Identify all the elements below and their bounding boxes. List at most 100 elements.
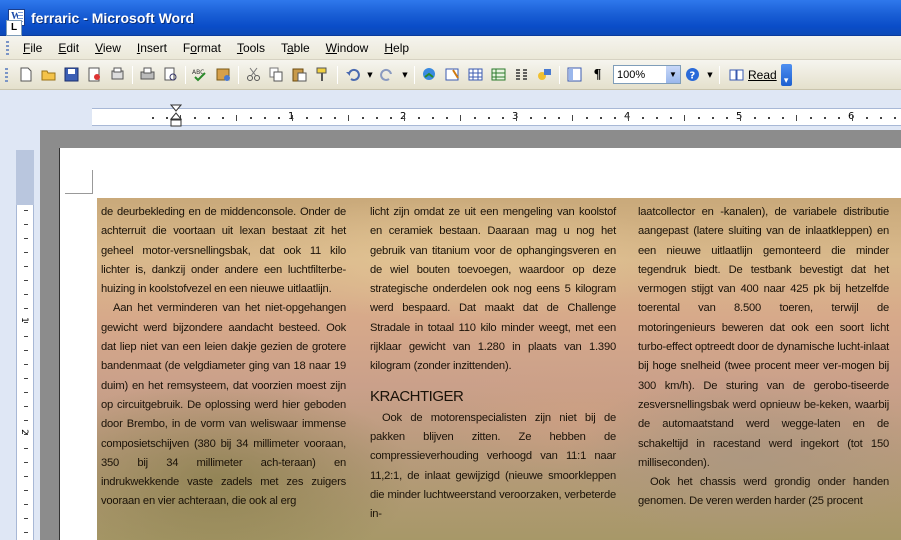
ruler-dot (754, 117, 756, 119)
ruler-dot (152, 117, 154, 119)
vruler-tick (24, 252, 28, 253)
vertical-ruler[interactable]: 1 2 (16, 150, 34, 540)
toolbar-separator (238, 65, 239, 84)
ruler-dot (768, 117, 770, 119)
insert-excel-icon[interactable] (488, 64, 509, 86)
ruler-dot (278, 117, 280, 119)
toolbar-separator (337, 65, 338, 84)
vruler-tick (24, 364, 28, 365)
vruler-tick (24, 224, 28, 225)
vruler-tick (24, 462, 28, 463)
text-column-2[interactable]: licht zijn omdat ze uit een mengeling va… (370, 203, 616, 524)
ruler-tick (460, 115, 461, 121)
vruler-tick (24, 406, 28, 407)
redo-dropdown-icon[interactable]: ▼ (400, 64, 410, 86)
ruler-dot (782, 117, 784, 119)
undo-dropdown-icon[interactable]: ▼ (365, 64, 375, 86)
research-book-icon[interactable] (213, 64, 234, 86)
ruler-dot (502, 117, 504, 119)
indent-marker[interactable] (170, 104, 182, 128)
menu-insert[interactable]: Insert (129, 38, 175, 58)
vruler-tick (24, 490, 28, 491)
paragraph: Ook het chassis werd grondig onder hande… (638, 476, 889, 508)
ruler-dot (824, 117, 826, 119)
toolbar-options-icon[interactable]: ▾ (780, 63, 792, 86)
ruler-tick (628, 115, 629, 121)
menu-window[interactable]: Window (318, 38, 377, 58)
vruler-tick (24, 210, 28, 211)
ruler-dot (474, 117, 476, 119)
menu-tools[interactable]: Tools (229, 38, 273, 58)
menu-view[interactable]: View (87, 38, 129, 58)
columns-icon[interactable] (511, 64, 532, 86)
ruler-dot (334, 117, 336, 119)
toolbar-grip-handle[interactable] (5, 67, 8, 82)
ruler-tick (404, 115, 405, 121)
menu-table[interactable]: Table (273, 38, 318, 58)
tables-borders-icon[interactable] (442, 64, 463, 86)
ruler-dot (558, 117, 560, 119)
vruler-tick (24, 378, 28, 379)
paragraph: Aan het verminderen van het niet-opgehan… (101, 302, 346, 508)
toolbar-separator (185, 65, 186, 84)
menu-format[interactable]: Format (175, 38, 229, 58)
toolbar-separator (414, 65, 415, 84)
ruler-dot (880, 117, 882, 119)
zoom-combobox[interactable]: 100% ▼ (613, 65, 681, 84)
vruler-tick (24, 518, 28, 519)
ruler-dot (712, 117, 714, 119)
horizontal-ruler[interactable]: 1 2 3 4 5 6 (92, 108, 901, 126)
zoom-value: 100% (617, 68, 646, 81)
hyperlink-icon[interactable] (419, 64, 440, 86)
ruler-dot (194, 117, 196, 119)
help-icon[interactable]: ? (682, 64, 703, 86)
paragraph: de deurbekleding en de middenconsole. On… (101, 206, 346, 296)
drawing-icon[interactable] (534, 64, 555, 86)
menu-help[interactable]: Help (376, 38, 417, 58)
vruler-tick (24, 392, 28, 393)
read-button[interactable]: Read (729, 68, 777, 82)
tab-selector-button[interactable]: L (6, 20, 22, 36)
toolbar-separator (132, 65, 133, 84)
ruler-dot (530, 117, 532, 119)
vruler-tick (24, 294, 28, 295)
menu-grip-handle[interactable] (6, 40, 9, 55)
print-icon[interactable] (137, 64, 158, 86)
ruler-dot (670, 117, 672, 119)
menu-file[interactable]: File (15, 38, 50, 58)
ruler-dot (866, 117, 868, 119)
paragraph: licht zijn omdat ze uit een mengeling va… (370, 206, 616, 373)
vruler-margin-top (16, 150, 34, 205)
window-title: ferraric - Microsoft Word (31, 9, 195, 26)
ruler-dot (642, 117, 644, 119)
print-preview-icon[interactable] (107, 64, 128, 86)
format-painter-icon[interactable] (312, 64, 333, 86)
menu-edit[interactable]: Edit (50, 38, 87, 58)
save-icon[interactable] (61, 64, 82, 86)
text-column-1[interactable]: de deurbekleding en de middenconsole. On… (101, 203, 346, 512)
open-icon[interactable] (38, 64, 59, 86)
ruler-dot (838, 117, 840, 119)
research-icon[interactable] (160, 64, 181, 86)
show-hide-icon[interactable]: ¶ (587, 64, 608, 86)
insert-table-icon[interactable] (465, 64, 486, 86)
ruler-tick (292, 115, 293, 121)
permission-icon[interactable] (84, 64, 105, 86)
chevron-down-icon[interactable]: ▼ (666, 66, 680, 83)
text-column-3[interactable]: laatcollector en -kanalen), de variabele… (638, 203, 889, 512)
undo-icon[interactable] (342, 64, 363, 86)
spelling-icon[interactable]: ABC (190, 64, 211, 86)
ruler-dot (544, 117, 546, 119)
cut-icon[interactable] (243, 64, 264, 86)
vruler-tick (24, 532, 28, 533)
ruler-tick (740, 115, 741, 121)
title-bar: ferraric - Microsoft Word (0, 0, 901, 36)
redo-icon[interactable] (377, 64, 398, 86)
help-dropdown-icon[interactable]: ▼ (705, 64, 715, 86)
paragraph: Ook de motorenspecialisten zijn niet bij… (370, 411, 616, 521)
paste-icon[interactable] (289, 64, 310, 86)
new-icon[interactable] (15, 64, 36, 86)
document-map-icon[interactable] (564, 64, 585, 86)
vruler-tick (24, 420, 28, 421)
copy-icon[interactable] (266, 64, 287, 86)
